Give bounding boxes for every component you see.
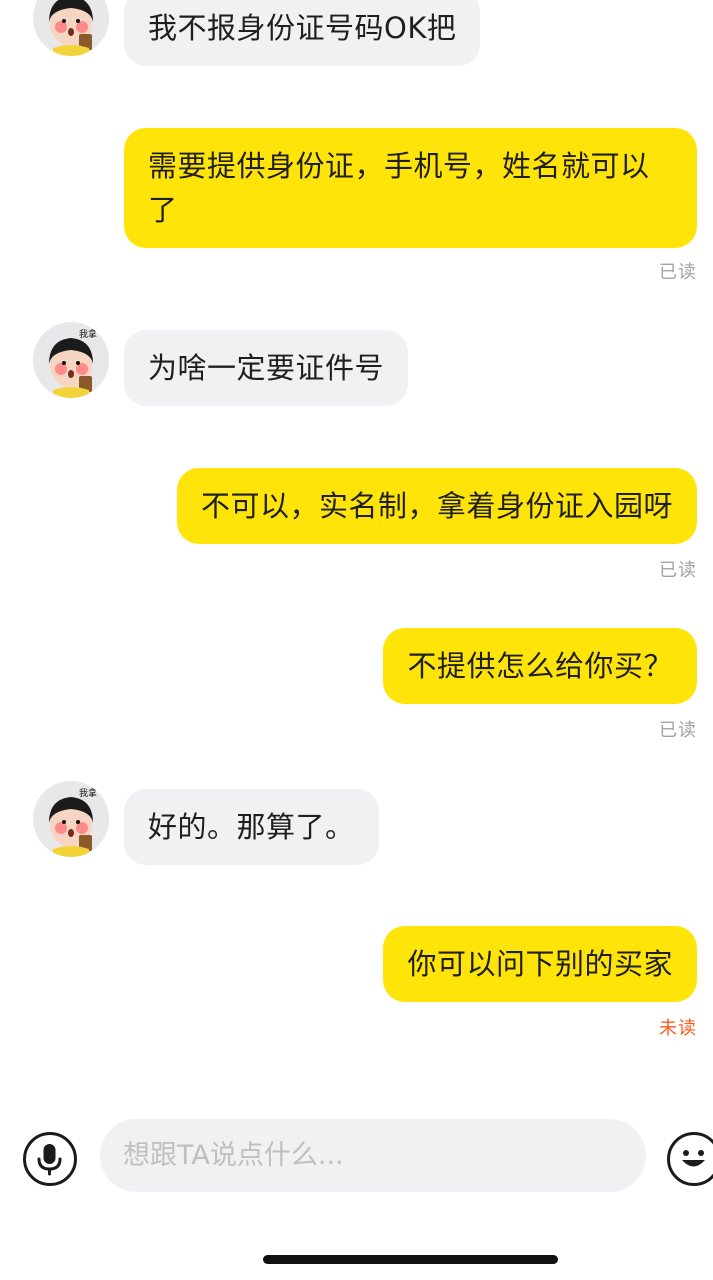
message-text: 不提供怎么给你买？: [407, 649, 673, 683]
contact-avatar[interactable]: 我拿: [33, 322, 109, 398]
message-text-input[interactable]: 想跟TA说点什么...: [100, 1119, 646, 1192]
message-text: 为啥一定要证件号: [148, 351, 385, 385]
message-bubble[interactable]: 我不报身份证号码OK把: [124, 0, 481, 66]
message-text: 我不报身份证号码OK把: [148, 11, 457, 45]
contact-avatar[interactable]: [33, 0, 109, 56]
voice-input-button[interactable]: [23, 1132, 77, 1186]
message-bubble[interactable]: 为啥一定要证件号: [124, 330, 409, 406]
message-text: 需要提供身份证，手机号，姓名就可以了: [148, 149, 650, 227]
message-text: 你可以问下别的买家: [407, 947, 673, 981]
avatar-badge-text: 我拿: [79, 787, 97, 799]
emoji-button[interactable]: [667, 1132, 713, 1186]
message-text: 不可以，实名制，拿着身份证入园呀: [200, 489, 673, 523]
message-bubble[interactable]: 不可以，实名制，拿着身份证入园呀: [176, 468, 697, 544]
avatar-badge-text: 我拿: [79, 328, 97, 340]
message-bubble[interactable]: 你可以问下别的买家: [383, 926, 697, 1002]
message-bubble[interactable]: 好的。那算了。: [124, 789, 379, 865]
contact-avatar[interactable]: 我拿: [33, 781, 109, 857]
message-bubble[interactable]: 需要提供身份证，手机号，姓名就可以了: [124, 128, 697, 248]
read-receipt: 已读: [659, 720, 697, 741]
home-indicator[interactable]: [263, 1255, 558, 1264]
emoji-face-icon: [682, 1150, 705, 1167]
microphone-icon: [37, 1144, 62, 1176]
unread-receipt: 未读: [659, 1018, 697, 1039]
read-receipt: 已读: [659, 262, 697, 283]
message-input-bar: 想跟TA说点什么...: [0, 1110, 713, 1210]
message-text: 好的。那算了。: [148, 810, 355, 844]
chat-message-list[interactable]: 我不报身份证号码OK把 需要提供身份证，手机号，姓名就可以了 已读 我拿 为啥一…: [0, 0, 713, 1100]
input-placeholder: 想跟TA说点什么...: [123, 1140, 344, 1171]
read-receipt: 已读: [659, 560, 697, 581]
message-bubble[interactable]: 不提供怎么给你买？: [383, 628, 697, 704]
